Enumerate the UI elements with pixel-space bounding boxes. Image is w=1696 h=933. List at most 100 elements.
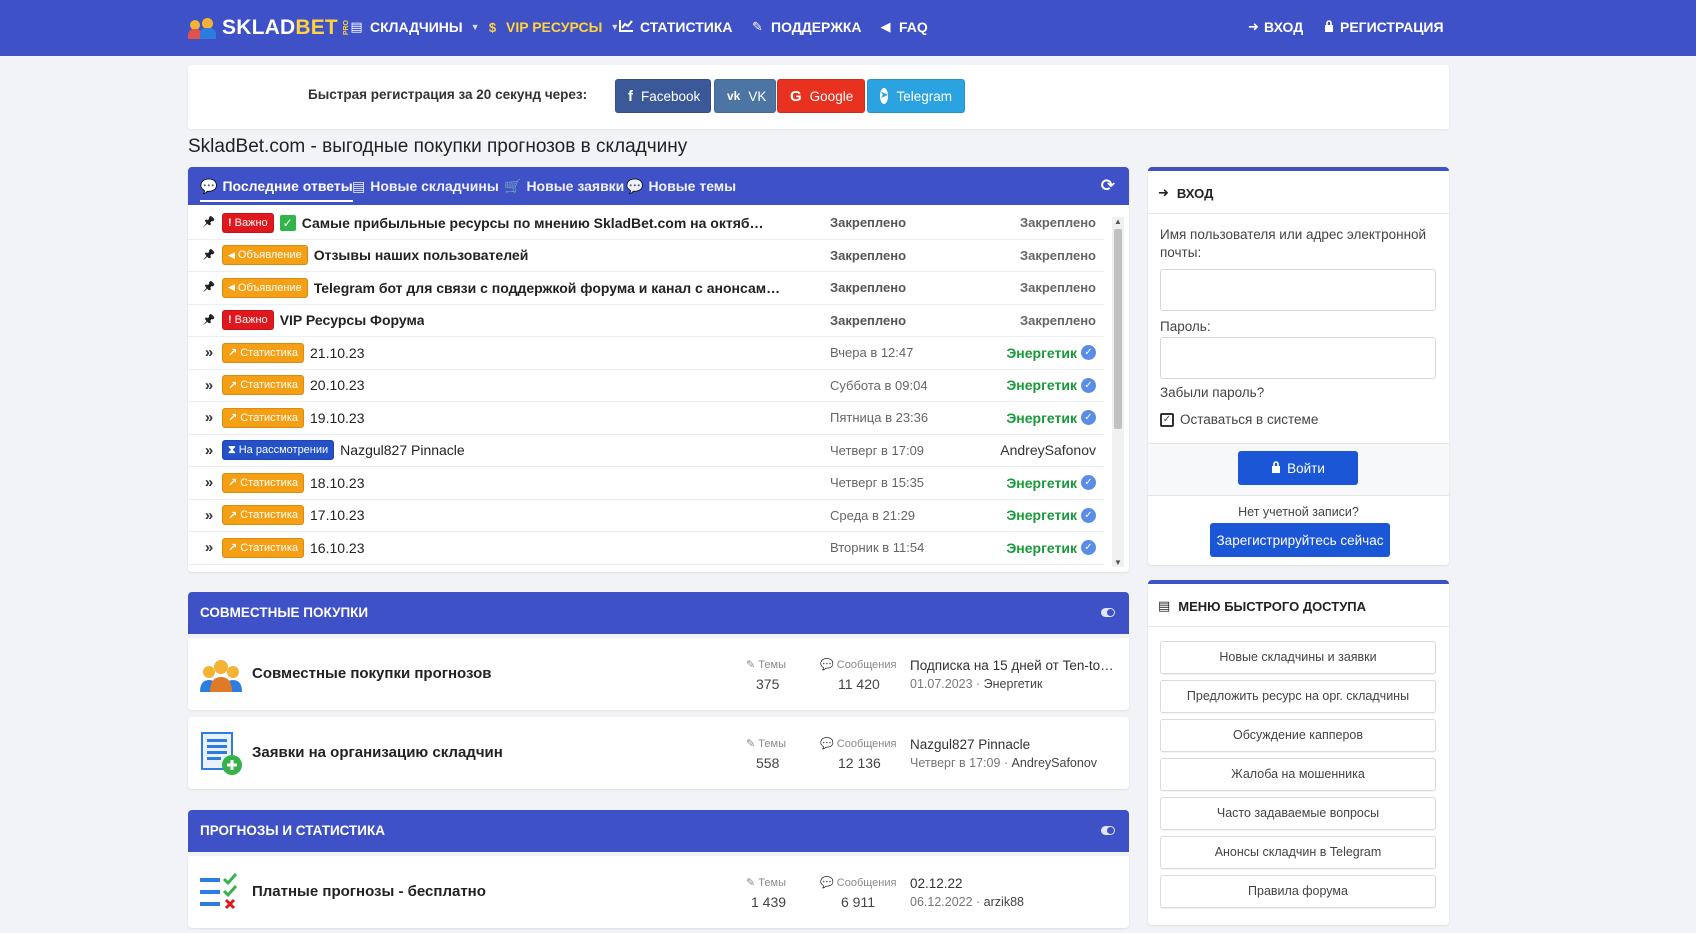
category-joint-purchases[interactable]: Совместные покупки — [188, 592, 1129, 634]
nav-vip-resources[interactable]: $ VIP РЕСУРСЫ ▼ — [485, 16, 619, 38]
refresh-icon[interactable]: ⟳ — [1101, 176, 1115, 196]
activity-row[interactable]: » ⧗ На рассмотрении Nazgul827 Pinnacle Четве… — [188, 435, 1104, 467]
thread-user[interactable]: Энергетик ✓ — [1006, 475, 1096, 491]
tab-latest-replies[interactable]: 💬 Последние ответы — [200, 167, 353, 205]
activity-row[interactable]: » ↗ Статистика 17.10.23 Среда в 21:29 Энергет… — [188, 500, 1104, 532]
thread-user[interactable]: AndreySafonov — [1000, 442, 1096, 458]
prefix-badge[interactable]: ! Важно — [222, 212, 274, 233]
remember-me-checkbox[interactable]: ✓ Оставаться в системе — [1160, 412, 1318, 427]
node-title[interactable]: Совместные покупки прогнозов — [252, 665, 491, 682]
prefix-badge[interactable]: ◀ Объявление — [222, 277, 308, 298]
register-now-button[interactable]: Зарегистрируйтесь сейчас — [1210, 523, 1390, 557]
activity-row[interactable]: » ↗ Статистика 16.10.23 Вторник в 11:54 Энерг… — [188, 532, 1104, 565]
prefix-badge[interactable]: ↗ Статистика — [222, 472, 304, 493]
quick-menu-item[interactable]: Правила форума — [1160, 875, 1436, 908]
threads-count: 558 — [756, 755, 780, 771]
prefix-badge[interactable]: ⧗ На рассмотрении — [222, 440, 335, 461]
prefix-badge[interactable]: ↗ Статистика — [222, 407, 304, 428]
scroll-up-icon[interactable]: ▲ — [1112, 217, 1124, 226]
thread-title-link[interactable]: 20.10.23 — [310, 377, 365, 393]
node-title[interactable]: Заявки на организацию складчин — [252, 744, 503, 761]
category-forecasts-statistics[interactable]: Прогнозы и статистика — [188, 810, 1129, 852]
forum-node[interactable]: Платные прогнозы - бесплатно ✎ Темы 1 43… — [188, 856, 1129, 928]
activity-row[interactable]: 📌 ◀ Объявление Отзывы наших пользователей За… — [188, 240, 1104, 272]
prefix-badge[interactable]: ! Важно — [222, 310, 274, 331]
chart-line-icon — [619, 19, 634, 35]
thread-user[interactable]: Энергетик ✓ — [1006, 345, 1096, 361]
node-title[interactable]: Платные прогнозы - бесплатно — [252, 883, 486, 900]
chart-line-icon: ↗ — [228, 379, 238, 392]
nav-login[interactable]: ➜ ВХОД — [1248, 16, 1303, 38]
thread-title-link[interactable]: 19.10.23 — [310, 410, 365, 426]
quick-menu-item[interactable]: Часто задаваемые вопросы — [1160, 797, 1436, 830]
thread-user[interactable]: Энергетик ✓ — [1006, 507, 1096, 523]
activity-row[interactable]: » ↗ Статистика 21.10.23 Вчера в 12:47 Энергет… — [188, 337, 1104, 370]
thread-title-link[interactable]: Nazgul827 Pinnacle — [340, 442, 465, 458]
messages-count: 6 911 — [841, 894, 875, 910]
password-input[interactable] — [1160, 337, 1436, 379]
thread-user[interactable]: Энергетик ✓ — [1006, 540, 1096, 556]
thread-title-link[interactable]: Самые прибыльные ресурсы по мнению Sklad… — [302, 215, 772, 231]
scroll-down-icon[interactable]: ▼ — [1112, 558, 1124, 567]
thread-title-link[interactable]: VIP Ресурсы Форума — [280, 312, 425, 328]
quick-menu-item[interactable]: Новые складчины и заявки — [1160, 641, 1436, 674]
nav-support-label: ПОДДЕРЖКА — [771, 19, 862, 35]
quick-menu-item[interactable]: Анонсы складчин в Telegram — [1160, 836, 1436, 869]
telegram-button[interactable]: ➤ Telegram — [867, 79, 965, 113]
activity-row[interactable]: 📌! Важно VIP Ресурсы Форума Закреплено Закре… — [188, 305, 1104, 337]
nav-skladchiny[interactable]: ▤ СКЛАДЧИНЫ ▼ — [349, 16, 479, 38]
forum-node[interactable]: Совместные покупки прогнозов ✎ Темы 375 … — [188, 638, 1129, 710]
prefix-badge-label: Объявление — [237, 281, 302, 294]
username-input[interactable] — [1160, 269, 1436, 311]
thread-title-link[interactable]: 16.10.23 — [310, 540, 365, 556]
vk-button[interactable]: vk VK — [714, 79, 776, 113]
activity-row[interactable]: » ↗ Статистика 18.10.23 Четверг в 15:35 Энерг… — [188, 467, 1104, 500]
last-post-title[interactable]: Nazgul827 Pinnacle — [910, 737, 1120, 752]
thread-user[interactable]: Энергетик ✓ — [1006, 377, 1096, 393]
nav-support[interactable]: ✎ ПОДДЕРЖКА — [750, 16, 862, 38]
scroll-thumb[interactable] — [1114, 229, 1122, 429]
prefix-badge[interactable]: ↗ Статистика — [222, 537, 304, 558]
collapse-toggle-icon[interactable] — [1101, 826, 1115, 835]
nav-register[interactable]: РЕГИСТРАЦИЯ — [1324, 16, 1444, 38]
login-submit-button[interactable]: Войти — [1238, 451, 1358, 485]
prefix-badge[interactable]: ↗ Статистика — [222, 505, 304, 526]
last-post-title[interactable]: Подписка на 15 дней от Ten-tour... — [910, 658, 1120, 673]
last-post-title[interactable]: 02.12.22 — [910, 876, 1120, 891]
activity-row[interactable]: » ↗ Статистика 19.10.23 Пятница в 23:36 Энерг… — [188, 402, 1104, 435]
collapse-toggle-icon[interactable] — [1101, 608, 1115, 617]
pin-icon: 📌 — [202, 314, 216, 326]
thread-title-link[interactable]: 18.10.23 — [310, 475, 365, 491]
nav-faq[interactable]: ◀ FAQ — [878, 16, 928, 38]
thread-title-link[interactable]: 21.10.23 — [310, 345, 365, 361]
facebook-button[interactable]: f Facebook — [615, 79, 711, 113]
nav-statistics[interactable]: СТАТИСТИКА — [619, 16, 733, 38]
nav-statistics-label: СТАТИСТИКА — [640, 19, 733, 35]
activity-row[interactable]: » ↗ Статистика 20.10.23 Суббота в 09:04 Энерг… — [188, 370, 1104, 402]
login-heading-label: ВХОД — [1176, 185, 1214, 201]
thread-title-link[interactable]: Telegram бот для связи с поддержкой фору… — [314, 280, 784, 296]
site-logo[interactable]: SKLADBET PRO — [188, 14, 350, 42]
prefix-badge[interactable]: ↗ Статистика — [222, 375, 304, 396]
prefix-badge[interactable]: ↗ Статистика — [222, 342, 304, 363]
tab-new-skladchiny[interactable]: ▤ Новые складчины — [352, 167, 499, 205]
quick-menu-item[interactable]: Обсуждение капперов — [1160, 719, 1436, 752]
forum-node[interactable]: Заявки на организацию складчин ✎ Темы 55… — [188, 717, 1129, 789]
google-button[interactable]: G Google — [777, 79, 865, 113]
forgot-password-link[interactable]: Забыли пароль? — [1160, 384, 1264, 402]
check-mark-icon: ✓ — [279, 214, 296, 231]
activity-row[interactable]: 📌! Важно ✓ Самые прибыльные ресурсы по мнен… — [188, 207, 1104, 240]
prefix-badge-label: Статистика — [240, 541, 298, 554]
thread-title-link[interactable]: 17.10.23 — [310, 507, 365, 523]
divider — [1148, 213, 1449, 214]
quick-menu-item[interactable]: Жалоба на мошенника — [1160, 758, 1436, 791]
thread-title-link[interactable]: Отзывы наших пользователей — [314, 247, 529, 263]
exclamation-icon: ! — [228, 314, 232, 327]
quick-menu-item[interactable]: Предложить ресурс на орг. складчины — [1160, 680, 1436, 713]
tab-new-requests[interactable]: 🛒 Новые заявки — [504, 167, 624, 205]
tab-new-threads[interactable]: 💬 Новые темы — [626, 167, 736, 205]
activity-row[interactable]: 📌 ◀ Объявление Telegram бот для связи с под… — [188, 272, 1104, 305]
thread-user[interactable]: Энергетик ✓ — [1006, 410, 1096, 426]
prefix-badge[interactable]: ◀ Объявление — [222, 245, 308, 266]
activity-scrollbar[interactable]: ▲ ▼ — [1112, 217, 1124, 567]
